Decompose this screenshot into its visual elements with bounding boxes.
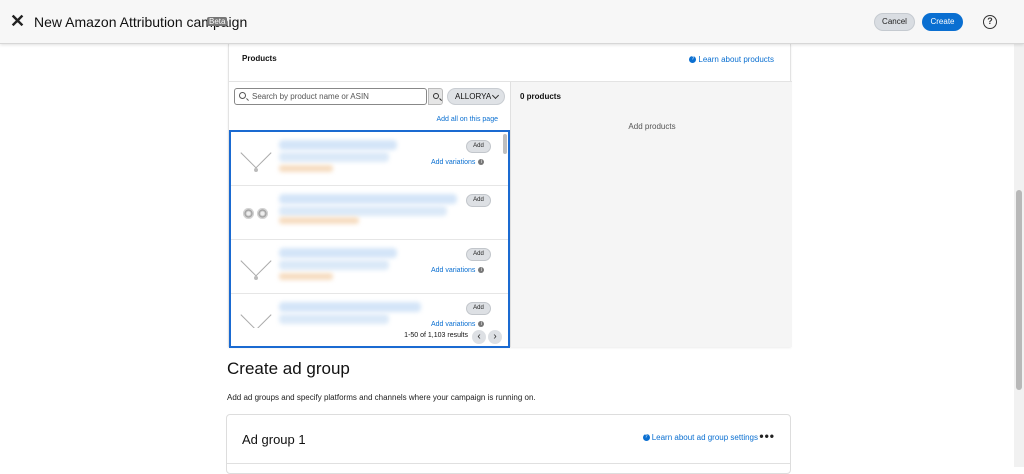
search-icon	[433, 93, 439, 99]
product-name-blurred	[279, 206, 447, 216]
product-name-blurred	[279, 260, 389, 270]
cancel-button[interactable]: Cancel	[874, 13, 915, 31]
list-item: Add	[231, 186, 508, 240]
info-icon: i	[478, 159, 485, 166]
search-input[interactable]: Search by product name or ASIN	[234, 88, 427, 105]
selected-products-panel: 0 products Add products	[510, 82, 792, 347]
list-item: Add Add variations i	[231, 240, 508, 294]
selected-products-count: 0 products	[520, 92, 561, 101]
brand-filter-value: ALLORYA	[455, 92, 492, 101]
chevron-left-icon[interactable]: ‹	[472, 330, 486, 344]
product-name-blurred	[279, 314, 389, 324]
search-button[interactable]	[428, 88, 443, 105]
add-product-button[interactable]: Add	[466, 140, 491, 153]
page-scrollbar-thumb[interactable]	[1016, 190, 1022, 390]
top-bar: ✕ New Amazon Attribution campaign Beta C…	[0, 0, 1024, 44]
product-name-blurred	[279, 302, 421, 312]
product-image	[239, 137, 273, 174]
empty-state-text: Add products	[628, 122, 676, 131]
chevron-down-icon	[491, 91, 500, 100]
product-image	[239, 245, 273, 282]
info-icon: ?	[642, 434, 650, 442]
pagination: 1-50 of 1,103 results ‹ ›	[231, 328, 508, 346]
beta-badge: Beta	[207, 17, 228, 26]
results-count: 1-50 of 1,103 results	[404, 332, 468, 339]
info-icon: i	[478, 267, 485, 274]
list-item: Add Add variations i	[231, 132, 508, 186]
divider	[227, 463, 790, 464]
learn-about-products-link[interactable]: ? Learn about products	[689, 55, 774, 64]
product-results-list[interactable]: Add Add variations i Add Add Add variatio…	[229, 130, 510, 348]
close-icon[interactable]: ✕	[10, 12, 25, 30]
learn-about-ad-group-link[interactable]: ? Learn about ad group settings	[642, 433, 758, 442]
section-description: Add ad groups and specify platforms and …	[227, 393, 536, 402]
product-name-blurred	[279, 152, 389, 162]
section-title: Create ad group	[227, 359, 350, 378]
product-price-blurred	[279, 273, 333, 280]
product-image	[239, 194, 273, 228]
product-price-blurred	[279, 217, 359, 224]
create-button[interactable]: Create	[922, 13, 963, 31]
products-card: Products ? Learn about products Search by…	[228, 44, 792, 348]
add-variations-link[interactable]: Add variations i	[431, 267, 485, 274]
more-options-icon[interactable]: •••	[759, 429, 775, 443]
add-product-button[interactable]: Add	[466, 302, 491, 315]
help-icon[interactable]: ?	[983, 15, 997, 29]
product-name-blurred	[279, 194, 457, 204]
add-variations-link[interactable]: Add variations i	[431, 321, 485, 328]
add-product-button[interactable]: Add	[466, 248, 491, 261]
ad-group-title: Ad group 1	[242, 432, 306, 447]
info-icon: ?	[689, 56, 697, 64]
search-icon	[239, 92, 246, 99]
chevron-right-icon[interactable]: ›	[488, 330, 502, 344]
add-all-on-page-link[interactable]: Add all on this page	[437, 116, 499, 123]
search-placeholder: Search by product name or ASIN	[252, 92, 369, 101]
list-scrollbar-thumb[interactable]	[503, 134, 507, 154]
info-icon: i	[478, 321, 485, 328]
products-title: Products	[242, 54, 277, 63]
product-search-panel: Search by product name or ASIN ALLORYA A…	[229, 82, 510, 348]
product-name-blurred	[279, 140, 397, 150]
add-variations-link[interactable]: Add variations i	[431, 159, 485, 166]
product-name-blurred	[279, 248, 397, 258]
ad-group-card: Ad group 1 ? Learn about ad group setting…	[226, 414, 791, 474]
add-product-button[interactable]: Add	[466, 194, 491, 207]
product-price-blurred	[279, 165, 333, 172]
brand-filter-select[interactable]: ALLORYA	[447, 88, 505, 105]
